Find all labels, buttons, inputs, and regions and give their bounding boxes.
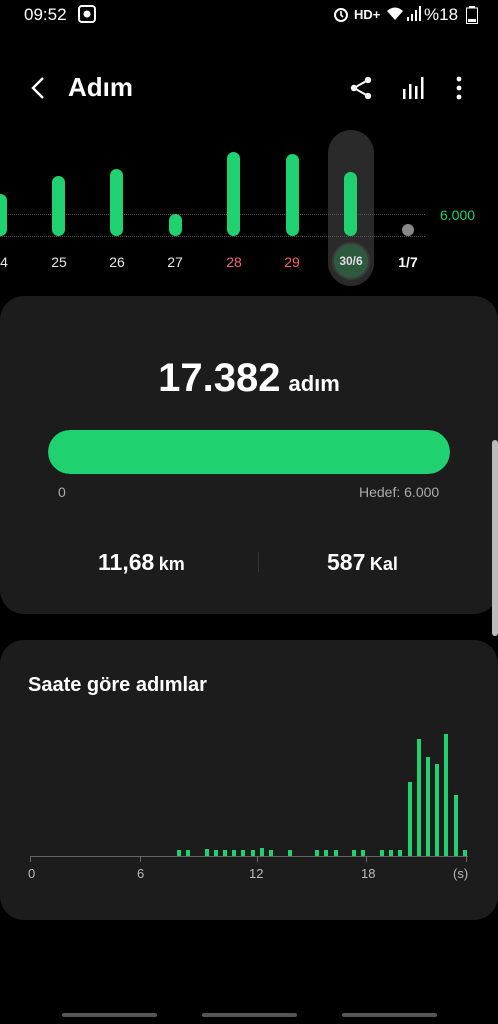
goal-label: 6.000 xyxy=(440,207,476,223)
screen-record-icon xyxy=(78,5,96,28)
calories-unit: Kal xyxy=(369,554,398,574)
day-label: 1/7 xyxy=(398,254,418,270)
hour-bar xyxy=(214,850,218,856)
distance-unit: km xyxy=(158,554,185,574)
axis-label: (s) xyxy=(453,866,469,881)
axis-label: 18 xyxy=(361,866,376,881)
day-label: 30/6 xyxy=(339,254,363,268)
scrollbar[interactable] xyxy=(492,440,498,636)
status-time: 09:52 xyxy=(24,5,67,24)
hourly-axis xyxy=(30,856,468,857)
day-label: 4 xyxy=(0,254,8,270)
hour-bar xyxy=(334,850,338,856)
hour-bar xyxy=(260,848,264,856)
hour-bar xyxy=(435,764,439,856)
hour-bar xyxy=(205,849,209,856)
axis-tick xyxy=(366,856,367,862)
hour-bar xyxy=(315,850,319,856)
network-type: HD+ xyxy=(354,7,381,22)
day-bar-26[interactable] xyxy=(110,169,123,236)
axis-tick xyxy=(257,856,258,862)
hour-bar xyxy=(398,850,402,856)
selected-day-badge[interactable]: 30/6 xyxy=(332,242,370,280)
hour-bar xyxy=(177,850,181,856)
hour-bar xyxy=(417,739,421,856)
step-unit: adım xyxy=(288,371,340,396)
hour-bar xyxy=(186,850,190,856)
hour-bar xyxy=(463,850,467,856)
chart-button[interactable] xyxy=(402,75,430,103)
day-label: 29 xyxy=(284,254,300,270)
step-count: 17.382 adım xyxy=(0,356,498,401)
nav-recent-hint[interactable] xyxy=(62,1013,157,1017)
day-bar-30-6[interactable] xyxy=(344,172,357,236)
calories-value: 587 xyxy=(327,549,366,575)
axis-tick xyxy=(466,856,467,862)
hourly-title: Saate göre adımlar xyxy=(28,674,207,696)
hour-bar xyxy=(352,850,356,856)
share-icon xyxy=(350,76,372,100)
day-label: 26 xyxy=(109,254,125,270)
day-bar-25[interactable] xyxy=(52,176,65,236)
hour-bar xyxy=(444,734,448,856)
more-options-button[interactable] xyxy=(450,75,468,103)
baseline xyxy=(0,236,425,237)
battery-percent: %18 xyxy=(424,5,459,24)
share-button[interactable] xyxy=(348,75,376,103)
page-title: Adım xyxy=(68,72,133,102)
goal-progress-bar xyxy=(48,430,450,474)
back-button[interactable] xyxy=(28,76,50,100)
calories: 587 Kal xyxy=(327,549,398,576)
day-label: 28 xyxy=(226,254,242,270)
axis-tick xyxy=(140,856,141,862)
goal-target-label: Hedef: 6.000 xyxy=(359,484,440,500)
chart-icon xyxy=(403,77,424,99)
axis-label: 6 xyxy=(137,866,145,881)
nav-home-hint[interactable] xyxy=(202,1013,297,1017)
hour-bar xyxy=(361,850,365,856)
hour-bar xyxy=(223,850,227,856)
wifi-icon xyxy=(386,6,404,27)
hour-bar xyxy=(408,782,412,856)
battery-icon xyxy=(466,6,478,29)
hour-bar xyxy=(380,850,384,856)
distance: 11,68 km xyxy=(98,549,185,576)
day-label: 25 xyxy=(51,254,67,270)
alarm-icon xyxy=(332,5,350,28)
day-label: 27 xyxy=(167,254,183,270)
axis-label: 12 xyxy=(249,866,264,881)
hour-bar xyxy=(288,850,292,856)
divider xyxy=(258,552,259,572)
day-bar-29[interactable] xyxy=(286,154,299,236)
hour-bar xyxy=(324,850,328,856)
step-count-value: 17.382 xyxy=(158,356,281,400)
distance-value: 11,68 xyxy=(98,549,155,575)
signal-icon xyxy=(407,6,421,27)
day-bar-4[interactable] xyxy=(0,194,7,236)
day-bar-27[interactable] xyxy=(169,214,182,236)
goal-progress-fill xyxy=(48,430,450,474)
hour-bar xyxy=(241,850,245,856)
progress-start-label: 0 xyxy=(58,484,66,500)
more-icon xyxy=(456,76,462,100)
hour-bar xyxy=(269,850,273,856)
hour-bar xyxy=(251,850,255,856)
hour-bar xyxy=(389,850,393,856)
hour-bar xyxy=(454,795,458,856)
hour-bar xyxy=(426,757,430,856)
nav-back-hint[interactable] xyxy=(342,1013,437,1017)
day-bar-28[interactable] xyxy=(227,152,240,236)
axis-label: 0 xyxy=(28,866,36,881)
hour-bar xyxy=(232,850,236,856)
back-icon xyxy=(31,77,44,99)
status-bar: 09:52 HD+ %18 xyxy=(0,0,498,30)
day-dot-1-7[interactable] xyxy=(402,224,414,236)
axis-tick xyxy=(30,856,31,862)
